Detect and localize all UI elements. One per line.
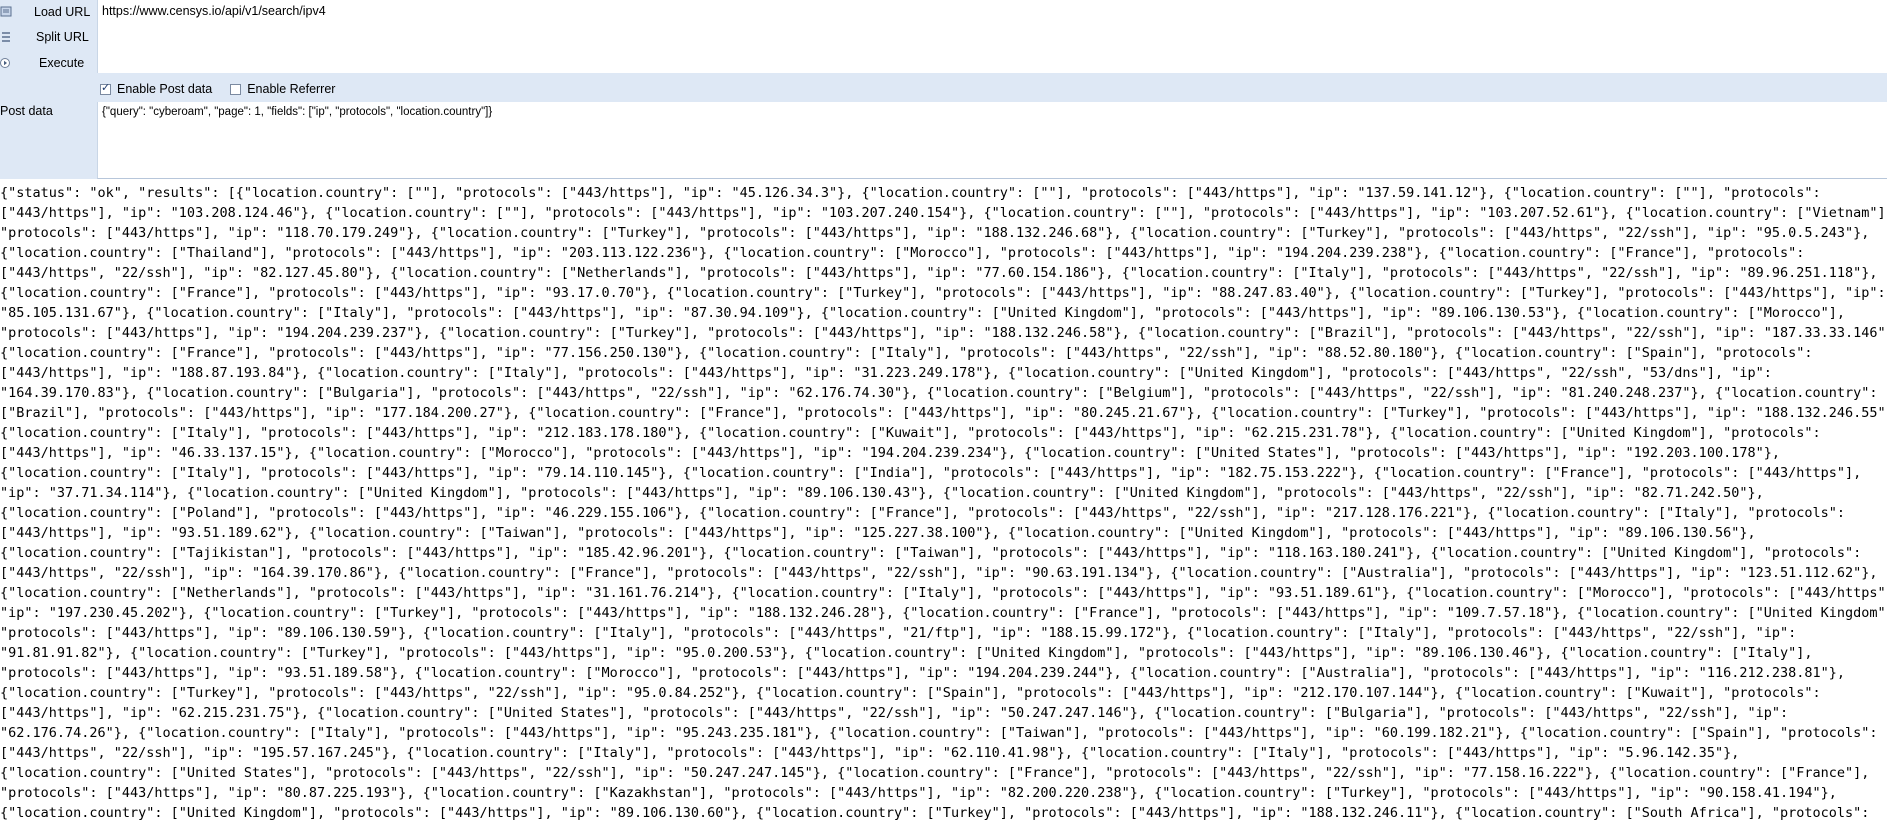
response-line: {"location.country": ["France"], "protoc…	[0, 345, 1813, 361]
response-line: {"location.country": ["United States"], …	[0, 765, 1870, 781]
response-line: "164.39.170.83"}, {"location.country": […	[0, 385, 1878, 401]
post-data-label: Post data	[0, 104, 53, 118]
response-line: {"location.country": ["Thailand"], "prot…	[0, 245, 1805, 261]
enable-referrer-checkbox[interactable]	[230, 83, 242, 95]
response-line: "91.81.91.82"}, {"location.country": ["T…	[0, 645, 1813, 661]
response-line: {"location.country": ["Italy"], "protoco…	[0, 425, 1821, 441]
response-line: ["443/https"], "ip": "103.208.124.46"}, …	[0, 205, 1887, 221]
split-url-icon	[0, 30, 14, 44]
response-line: "85.105.131.67"}, {"location.country": […	[0, 305, 1845, 321]
execute-icon	[0, 56, 14, 70]
response-line: ["Brazil"], "protocols": ["443/https"], …	[0, 405, 1887, 421]
response-line: "protocols": ["443/https"], "ip": "93.51…	[0, 665, 1845, 681]
response-line: "protocols": ["443/https"], "ip": "80.87…	[0, 785, 1837, 801]
response-line: "ip": "197.230.45.202"}, {"location.coun…	[0, 605, 1887, 621]
response-line: ["443/https"], "ip": "46.33.137.15"}, {"…	[0, 445, 1780, 461]
response-line: ["443/https", "22/ssh"], "ip": "195.57.1…	[0, 745, 1740, 761]
response-line: {"location.country": ["Tajikistan"], "pr…	[0, 545, 1862, 561]
response-line: {"location.country": ["Netherlands"], "p…	[0, 585, 1887, 601]
post-data-text: {"query": "cyberoam", "page": 1, "fields…	[102, 106, 493, 118]
request-panel: Load URL Split URL Execute https://www.c…	[0, 0, 1887, 179]
load-url-icon	[0, 5, 14, 19]
command-column: Load URL Split URL Execute	[0, 0, 97, 179]
response-line: "protocols": ["443/https"], "ip": "118.7…	[0, 225, 1870, 241]
response-body: {"status": "ok", "results": [{"location.…	[0, 183, 1887, 825]
execute-button[interactable]: Execute	[0, 53, 84, 73]
response-line: {"location.country": ["Poland"], "protoc…	[0, 505, 1845, 521]
url-text: https://www.censys.io/api/v1/search/ipv4	[102, 4, 326, 18]
response-line: ["443/https", "22/ssh"], "ip": "82.127.4…	[0, 265, 1878, 281]
response-line: ["443/https"], "ip": "188.87.193.84"}, {…	[0, 365, 1772, 381]
enable-post-data-checkbox[interactable]	[100, 81, 111, 95]
enable-referrer-label: Enable Referrer	[247, 82, 336, 96]
options-row: Enable Post data Enable Referrer	[100, 81, 353, 97]
response-line: "ip": "37.71.34.114"}, {"location.countr…	[0, 485, 1764, 501]
post-data-field[interactable]: {"query": "cyberoam", "page": 1, "fields…	[97, 102, 1887, 179]
response-line: ["443/https"], "ip": "93.51.189.62"}, {"…	[0, 525, 1756, 541]
load-url-button[interactable]: Load URL	[0, 2, 90, 22]
response-line: ["443/https"], "ip": "62.215.231.75"}, {…	[0, 705, 1789, 721]
response-line: "protocols": ["443/https"], "ip": "194.2…	[0, 325, 1887, 341]
response-line: {"status": "ok", "results": [{"location.…	[0, 185, 1821, 201]
split-url-button[interactable]: Split URL	[0, 27, 89, 47]
response-line: {"location.country": ["France"], "protoc…	[0, 285, 1886, 301]
response-line: "protocols": ["443/https"], "ip": "89.10…	[0, 625, 1797, 641]
response-line: {"location.country": ["Turkey"], "protoc…	[0, 685, 1821, 701]
url-field[interactable]: https://www.censys.io/api/v1/search/ipv4	[97, 0, 1887, 73]
response-line: {"location.country": ["United Kingdom"],…	[0, 805, 1870, 821]
response-line: "62.176.74.26"}, {"location.country": ["…	[0, 725, 1878, 741]
response-line: ["443/https", "22/ssh"], "ip": "164.39.1…	[0, 565, 1878, 581]
enable-post-data-label: Enable Post data	[117, 82, 213, 96]
response-line: {"location.country": ["Italy"], "protoco…	[0, 465, 1862, 481]
